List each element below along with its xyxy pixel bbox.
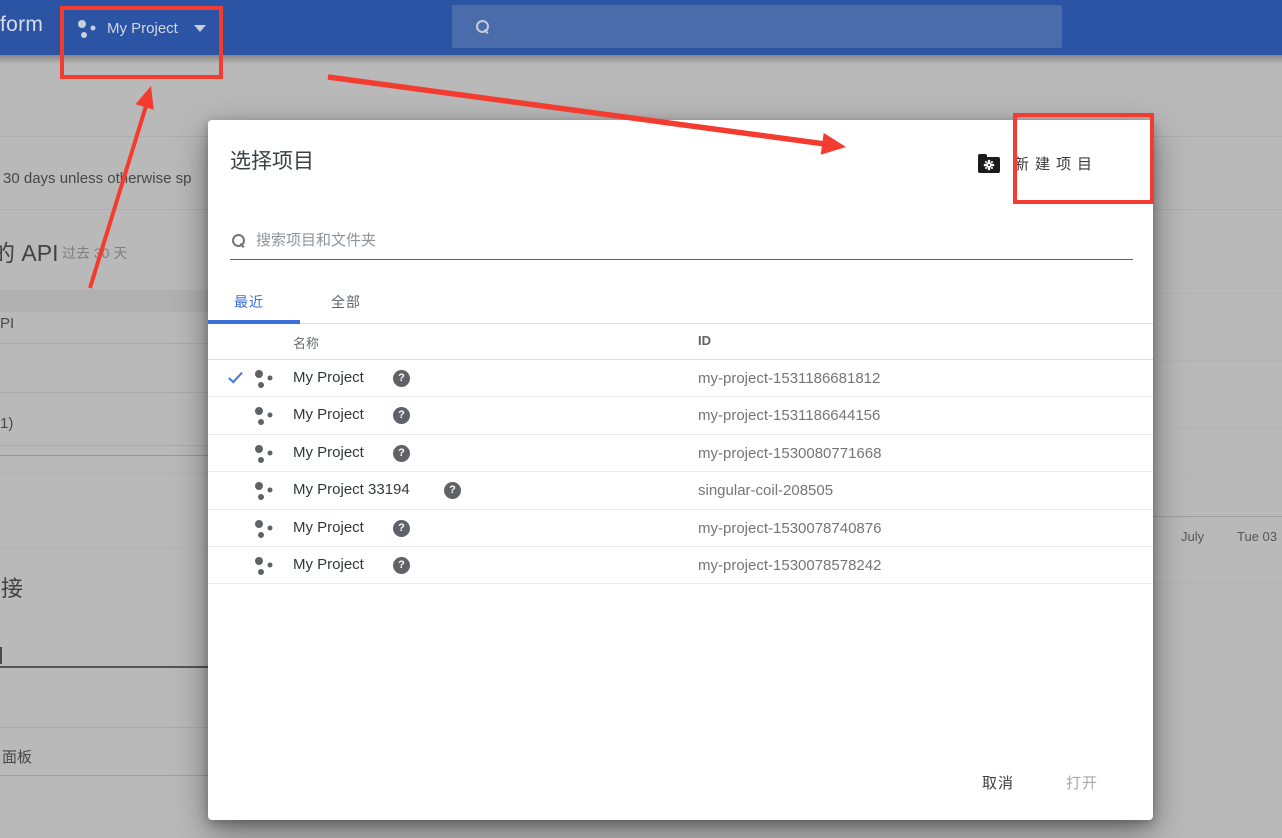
bg-api-heading: 的 API (0, 240, 59, 264)
bg-divider (0, 548, 208, 549)
project-name: My Project (293, 443, 364, 461)
open-button[interactable]: 打开 (1046, 765, 1118, 803)
project-row[interactable]: My Project my-project-1530078578242 (208, 547, 1153, 585)
project-id: singular-coil-208505 (698, 482, 834, 500)
bg-calendar-day: Tue 03 (1237, 529, 1277, 544)
bg-divider (0, 455, 208, 456)
project-id: my-project-1530080771668 (698, 444, 882, 462)
bg-input-underline (0, 666, 208, 668)
help-icon[interactable] (393, 370, 410, 387)
project-icon (255, 369, 274, 388)
bg-notice-text: 30 days unless otherwise sp (3, 170, 192, 187)
bg-divider (0, 343, 208, 344)
project-icon (255, 481, 274, 500)
project-table: My Project my-project-1531186681812 My P… (208, 360, 1153, 585)
bg-divider (1153, 473, 1282, 474)
project-id: my-project-1530078578242 (698, 556, 882, 574)
project-id: my-project-1530078740876 (698, 519, 882, 537)
project-icon (255, 519, 274, 538)
search-underline (230, 259, 1133, 260)
project-icon (255, 406, 274, 425)
dialog-title: 选择项目 (230, 150, 314, 173)
project-name: My Project 33194 (293, 481, 410, 499)
bg-divider (1153, 428, 1282, 429)
column-header-id: ID (698, 333, 711, 348)
project-name: My Project (293, 406, 364, 424)
new-project-folder-icon (978, 153, 1000, 173)
project-row[interactable]: My Project my-project-1530078740876 (208, 510, 1153, 547)
screen: form My Project 30 days unless otherwise… (0, 0, 1282, 838)
active-tab-underline (208, 320, 300, 324)
bg-divider (1153, 293, 1282, 294)
annotation-box-project-switcher (60, 6, 223, 79)
cancel-button[interactable]: 取消 (962, 765, 1034, 803)
annotation-box-new-project (1013, 113, 1154, 204)
project-name: My Project (293, 555, 364, 573)
global-search-bar[interactable] (452, 5, 1062, 48)
tab-recent[interactable]: 最近 (234, 292, 264, 312)
search-icon (232, 234, 246, 248)
bg-divider (0, 445, 208, 446)
tabs-separator (208, 323, 1153, 324)
bg-section-fragment: 接 (1, 576, 24, 601)
project-row[interactable]: My Project my-project-1531186681812 (208, 360, 1153, 398)
bg-row-fragment: PI (0, 315, 15, 332)
bg-divider (1153, 516, 1282, 517)
column-header-name: 名称 (293, 336, 320, 351)
bg-divider (0, 473, 208, 474)
tab-all[interactable]: 全部 (331, 292, 361, 312)
bg-text-cursor (0, 647, 2, 664)
project-row[interactable]: My Project my-project-1531186644156 (208, 397, 1153, 435)
bg-link-fragment: 面板 (2, 749, 33, 766)
project-icon (255, 444, 274, 463)
bg-calendar-month: July (1181, 529, 1205, 544)
project-icon (255, 556, 274, 575)
project-name: My Project (293, 518, 364, 536)
project-id: my-project-1531186681812 (698, 370, 881, 387)
bg-divider (0, 392, 208, 393)
bg-divider (0, 727, 208, 728)
project-name: My Project (293, 369, 364, 386)
bg-api-period: 过去 30 天 (62, 245, 128, 261)
check-icon (228, 368, 243, 384)
project-row[interactable]: My Project my-project-1530080771668 (208, 435, 1153, 473)
bg-row-fragment: 1) (0, 415, 14, 432)
help-icon[interactable] (393, 407, 410, 425)
help-icon[interactable] (393, 556, 410, 574)
help-icon[interactable] (444, 482, 461, 500)
project-search-input[interactable] (256, 226, 846, 254)
bg-divider (0, 775, 208, 776)
project-row[interactable]: My Project 33194 singular-coil-208505 (208, 472, 1153, 510)
bg-divider (1153, 582, 1282, 583)
bg-table-header-band (0, 290, 208, 312)
help-icon[interactable] (393, 519, 410, 537)
project-id: my-project-1531186644156 (698, 407, 881, 425)
bg-divider (1153, 360, 1282, 361)
help-icon[interactable] (393, 444, 410, 462)
brand-fragment: form (0, 13, 44, 36)
select-project-dialog: 选择项目 新建项目 最近 全部 名称 ID My Project my-proj… (208, 120, 1153, 820)
